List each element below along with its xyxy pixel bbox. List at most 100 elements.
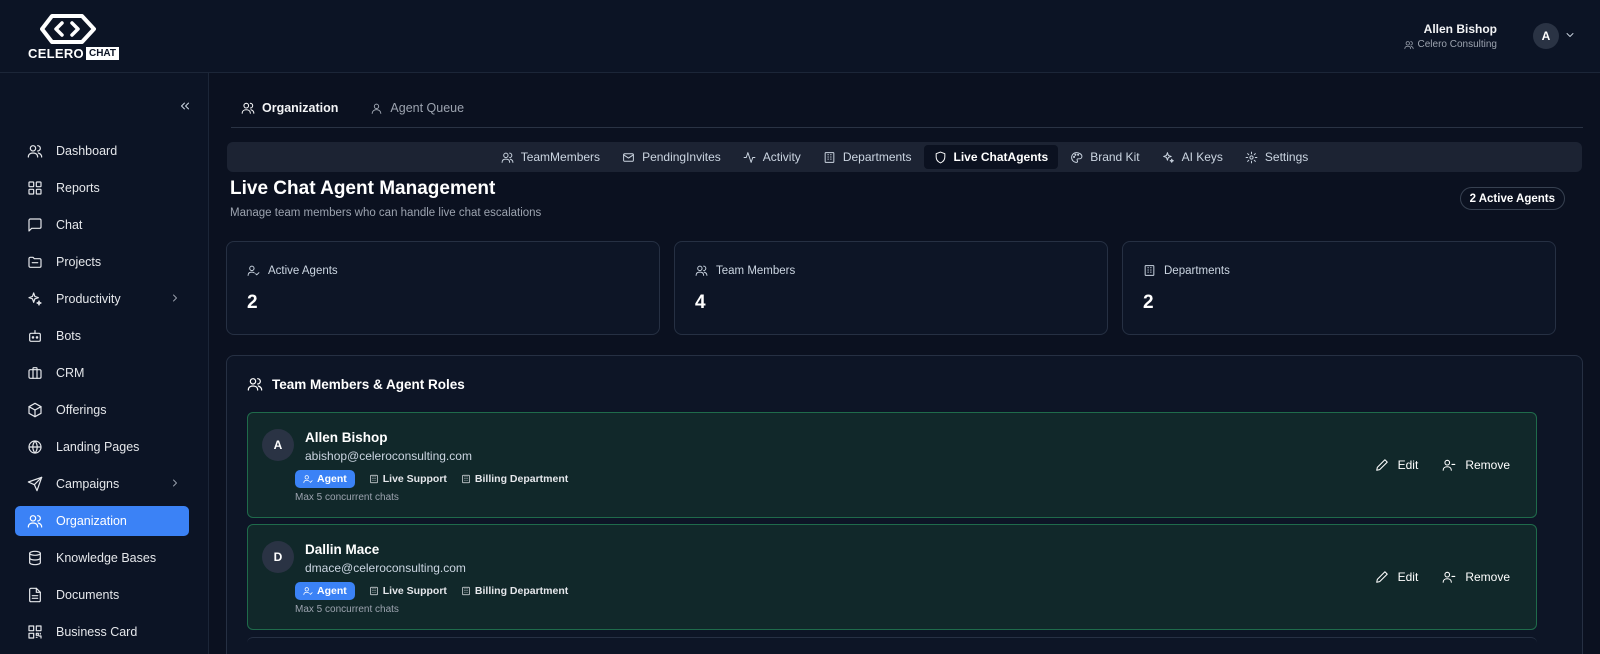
sidebar-item-label: Bots — [56, 329, 82, 343]
remove-label: Remove — [1465, 570, 1510, 584]
user-icon — [372, 103, 382, 114]
department-tag: Billing Department — [461, 585, 568, 597]
subtab-brand-kit[interactable]: Brand Kit — [1060, 145, 1149, 169]
member-avatar: D — [262, 541, 294, 573]
subtab-label: Live ChatAgents — [953, 150, 1049, 164]
sidebar-item-organization[interactable]: Organization — [15, 506, 189, 536]
panel-title: Team Members & Agent Roles — [247, 376, 465, 392]
user-minus-icon — [1442, 459, 1456, 471]
sidebar-item-documents[interactable]: Documents — [15, 580, 189, 610]
member-actions: Edit Remove — [1375, 570, 1510, 584]
agent-role-badge: Agent — [295, 470, 355, 488]
member-actions: Edit Remove — [1375, 458, 1510, 472]
sidebar-item-reports[interactable]: Reports — [15, 173, 189, 203]
grid-icon — [28, 181, 42, 195]
logo-wordmark: CELERO — [28, 46, 84, 61]
sidebar-item-bots[interactable]: Bots — [15, 321, 189, 351]
page-subtitle: Manage team members who can handle live … — [230, 207, 542, 219]
user-check-icon — [303, 587, 313, 596]
pencil-icon — [1375, 459, 1388, 471]
sidebar-item-landing-pages[interactable]: Landing Pages — [15, 432, 189, 462]
subtab-settings[interactable]: Settings — [1235, 145, 1318, 169]
remove-button[interactable]: Remove — [1442, 570, 1510, 584]
sidebar-item-label: Campaigns — [56, 477, 120, 491]
edit-label: Edit — [1397, 458, 1419, 472]
user-org-label: Celero Consulting — [1417, 39, 1498, 50]
member-name: Dallin Mace — [305, 542, 380, 557]
collapse-sidebar-icon[interactable] — [178, 99, 192, 113]
sidebar-item-crm[interactable]: CRM — [15, 358, 189, 388]
users-icon — [501, 152, 514, 163]
subtab-departments[interactable]: Departments — [813, 145, 922, 169]
sidebar: Dashboard Reports Chat Projects Producti… — [0, 73, 209, 654]
sidebar-item-knowledge-bases[interactable]: Knowledge Bases — [15, 543, 189, 573]
active-agents-badge: 2 Active Agents — [1459, 187, 1565, 210]
role-label: Agent — [317, 473, 347, 485]
member-tags: Agent Live Support Billing Department — [295, 582, 568, 600]
member-card: D Dallin Mace dmace@celeroconsulting.com… — [247, 524, 1537, 630]
building-icon — [462, 586, 470, 596]
subtab-label: Activity — [762, 150, 801, 164]
users-icon — [27, 145, 43, 158]
chevron-down-icon[interactable] — [1564, 29, 1576, 41]
department-label: Live Support — [382, 473, 447, 485]
subtab-pending-invites[interactable]: PendingInvites — [612, 145, 731, 169]
subtab-activity[interactable]: Activity — [733, 145, 811, 169]
sidebar-item-offerings[interactable]: Offerings — [15, 395, 189, 425]
sidebar-item-label: Knowledge Bases — [56, 551, 157, 565]
user-name: Allen Bishop — [1423, 22, 1497, 36]
folder-icon — [28, 256, 42, 268]
sidebar-item-dashboard[interactable]: Dashboard — [15, 136, 189, 166]
stat-value: 2 — [1143, 292, 1154, 313]
sidebar-item-chat[interactable]: Chat — [15, 210, 189, 240]
edit-button[interactable]: Edit — [1375, 458, 1419, 472]
briefcase-icon — [28, 367, 42, 379]
subtab-team-members[interactable]: TeamMembers — [491, 145, 610, 169]
sidebar-item-label: Productivity — [56, 292, 121, 306]
sidebar-item-business-card[interactable]: Business Card — [15, 617, 189, 647]
subtab-label: Departments — [842, 150, 912, 164]
stat-card-departments: Departments 2 — [1122, 241, 1556, 335]
subtab-label: PendingInvites — [642, 150, 721, 164]
user-menu-info[interactable]: Allen Bishop Celero Consulting — [1403, 22, 1498, 50]
building-icon — [370, 474, 378, 484]
subtab-label: AI Keys — [1181, 150, 1223, 164]
package-icon — [28, 402, 42, 418]
subtab-live-chat-agents[interactable]: Live ChatAgents — [923, 145, 1059, 169]
celero-chat-logo[interactable]: CELERO CHAT — [28, 12, 120, 62]
sidebar-item-projects[interactable]: Projects — [15, 247, 189, 277]
user-org: Celero Consulting — [1403, 39, 1498, 50]
remove-label: Remove — [1465, 458, 1510, 472]
stat-label-text: Team Members — [716, 264, 796, 277]
department-tag: Live Support — [369, 473, 447, 485]
stat-label: Active Agents — [247, 264, 338, 277]
sidebar-item-label: Projects — [56, 255, 102, 269]
chat-limit: Max 5 concurrent chats — [295, 604, 399, 615]
gear-icon — [1245, 151, 1258, 163]
building-icon — [370, 586, 378, 596]
chevron-right-icon — [173, 479, 177, 487]
database-icon — [29, 550, 41, 566]
file-text-icon — [29, 587, 41, 603]
users-icon — [695, 265, 708, 276]
bot-icon — [29, 330, 41, 342]
tab-agent-queue[interactable]: Agent Queue — [360, 93, 474, 123]
member-avatar: A — [262, 429, 294, 461]
sidebar-item-campaigns[interactable]: Campaigns — [15, 469, 189, 499]
pencil-icon — [1375, 571, 1388, 583]
logo-chat-badge: CHAT — [85, 47, 120, 60]
organization-sub-tabs: TeamMembers PendingInvites Activity Depa… — [227, 142, 1582, 172]
top-tabs: Organization Agent Queue — [231, 93, 1583, 128]
building-icon — [824, 151, 835, 163]
app-header: CELERO CHAT Allen Bishop Celero Consulti… — [0, 0, 1600, 73]
subtab-ai-keys[interactable]: AI Keys — [1152, 145, 1233, 169]
mail-icon — [623, 152, 634, 162]
tab-organization[interactable]: Organization — [231, 93, 348, 123]
stat-label: Team Members — [695, 264, 795, 277]
remove-button[interactable]: Remove — [1442, 458, 1510, 472]
edit-label: Edit — [1397, 570, 1419, 584]
user-avatar[interactable]: A — [1533, 23, 1559, 49]
department-label: Live Support — [382, 585, 447, 597]
edit-button[interactable]: Edit — [1375, 570, 1419, 584]
sidebar-item-productivity[interactable]: Productivity — [15, 284, 189, 314]
